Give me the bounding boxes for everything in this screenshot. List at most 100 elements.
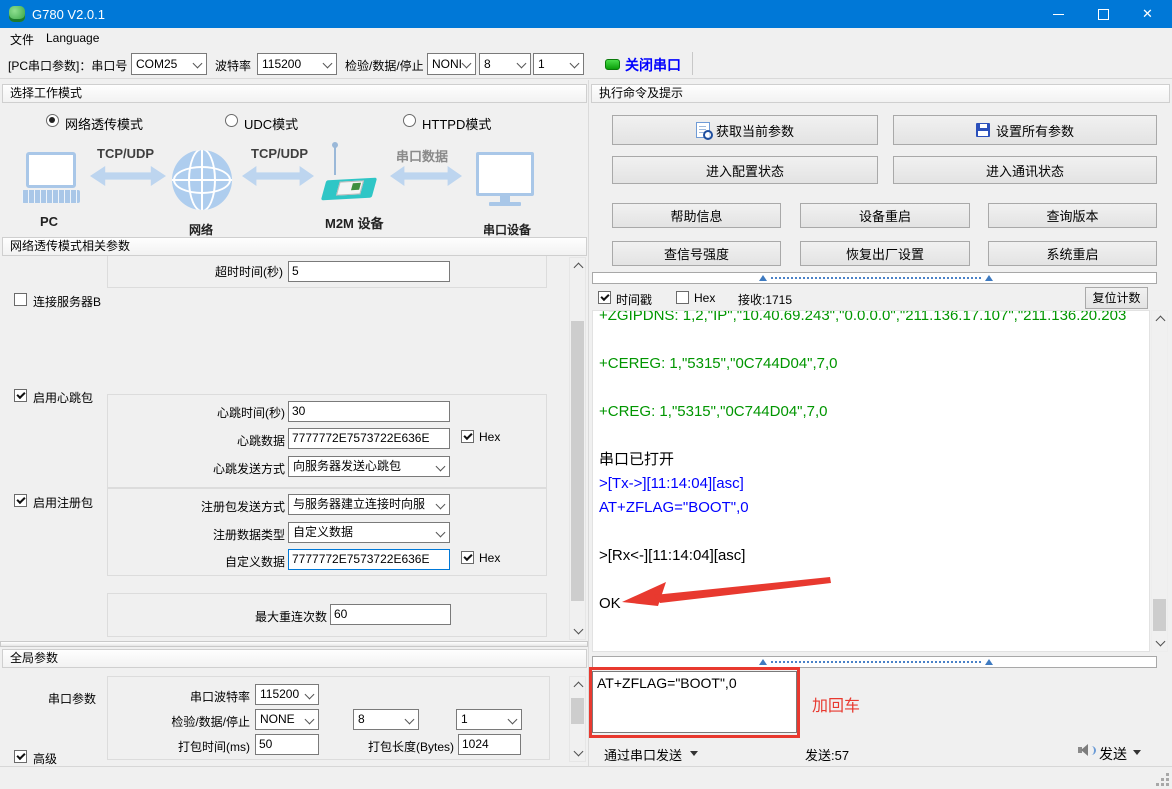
scroll-down-icon[interactable] [574, 625, 584, 635]
get-params-button[interactable]: 获取当前参数 [612, 115, 878, 145]
maximize-button[interactable] [1081, 0, 1126, 28]
global-baud-select[interactable]: 115200 [255, 684, 319, 705]
pack-time-input[interactable]: 50 [255, 734, 319, 755]
global-data-bits-select[interactable]: 8 [353, 709, 419, 730]
log-hex-checkbox[interactable] [676, 291, 689, 304]
log-hex-label[interactable]: Hex [694, 291, 715, 305]
heartbeat-enable-checkbox[interactable] [14, 389, 27, 402]
advanced-label[interactable]: 高级 [33, 750, 57, 767]
chevron-down-icon[interactable] [1133, 750, 1141, 755]
pack-len-label: 打包长度(Bytes) [330, 738, 454, 755]
heartbeat-hex-label[interactable]: Hex [479, 430, 500, 444]
scroll-right-icon[interactable] [985, 659, 993, 665]
close-port-button[interactable]: 关闭串口 [625, 55, 681, 75]
set-all-params-button[interactable]: 设置所有参数 [893, 115, 1157, 145]
query-version-button[interactable]: 查询版本 [988, 203, 1157, 228]
close-button[interactable]: ✕ [1126, 0, 1171, 28]
node-label-serial-device: 串口设备 [483, 221, 531, 238]
data-bits-select[interactable]: 8 [479, 53, 531, 75]
enter-comm-state-button[interactable]: 进入通讯状态 [893, 156, 1157, 184]
scroll-left-icon[interactable] [759, 659, 767, 665]
scroll-up-icon[interactable] [1156, 316, 1166, 326]
register-enable-label[interactable]: 启用注册包 [33, 494, 93, 511]
reconnect-input[interactable]: 60 [330, 604, 451, 625]
timestamp-checkbox[interactable] [598, 291, 611, 304]
log-horizontal-scrollbar[interactable] [592, 272, 1157, 284]
radio-label-udc[interactable]: UDC模式 [244, 114, 298, 133]
com-port-select[interactable]: COM25 [131, 53, 207, 75]
parity-select[interactable]: NONI [427, 53, 476, 75]
device-restart-button[interactable]: 设备重启 [800, 203, 970, 228]
stop-bits-select[interactable]: 1 [533, 53, 584, 75]
server-b-label[interactable]: 连接服务器B [33, 293, 101, 310]
custom-hex-checkbox[interactable] [461, 551, 474, 564]
red-text-annotation: 加回车 [812, 692, 860, 716]
register-type-label: 注册数据类型 [105, 526, 285, 543]
register-enable-checkbox[interactable] [14, 494, 27, 507]
maximize-icon [1098, 9, 1109, 20]
chevron-down-icon [517, 59, 527, 69]
heartbeat-data-input[interactable]: 7777772E7573722E636E [288, 428, 450, 449]
reset-count-button[interactable]: 复位计数 [1085, 287, 1148, 309]
scroll-right-icon[interactable] [985, 275, 993, 281]
register-type-select[interactable]: 自定义数据 [288, 522, 450, 543]
heartbeat-enable-label[interactable]: 启用心跳包 [33, 389, 93, 406]
chevron-down-icon [323, 59, 333, 69]
factory-reset-button[interactable]: 恢复出厂设置 [800, 241, 970, 266]
scrollbar-thumb[interactable] [1153, 599, 1166, 631]
scroll-up-icon[interactable] [574, 263, 584, 273]
send-button[interactable]: 发送 [1099, 744, 1127, 764]
search-document-icon [696, 122, 710, 138]
arrow-icon [390, 166, 462, 186]
recv-counter: 接收:1715 [738, 291, 792, 308]
heartbeat-hex-checkbox[interactable] [461, 430, 474, 443]
server-b-checkbox[interactable] [14, 293, 27, 306]
baud-select[interactable]: 115200 [257, 53, 337, 75]
scroll-left-icon[interactable] [759, 275, 767, 281]
pack-len-input[interactable]: 1024 [458, 734, 521, 755]
pc-serial-label: [PC串口参数]：串口号 [8, 57, 127, 74]
heartbeat-time-input[interactable]: 30 [288, 401, 450, 422]
scroll-down-icon[interactable] [574, 747, 584, 757]
resize-grip[interactable] [1166, 783, 1169, 786]
scroll-down-icon[interactable] [1156, 637, 1166, 647]
link-label-tcp1: TCP/UDP [97, 146, 154, 161]
chevron-down-icon[interactable] [690, 751, 698, 756]
minimize-button[interactable] [1036, 0, 1081, 28]
link-label-tcp2: TCP/UDP [251, 146, 308, 161]
send-via-dropdown[interactable]: 通过串口发送 [604, 745, 682, 764]
global-baud-label: 串口波特率 [110, 688, 250, 705]
scrollbar-thumb[interactable] [571, 321, 584, 601]
timestamp-label[interactable]: 时间戳 [616, 291, 652, 308]
enter-config-state-button[interactable]: 进入配置状态 [612, 156, 878, 184]
advanced-checkbox[interactable] [14, 750, 27, 763]
custom-hex-label[interactable]: Hex [479, 551, 500, 565]
radio-label-net-transparent[interactable]: 网络透传模式 [65, 114, 143, 133]
global-parity-select[interactable]: NONE [255, 709, 319, 730]
toolbar: [PC串口参数]：串口号 COM25 波特率 115200 检验/数据/停止 N… [0, 48, 1172, 79]
radio-net-transparent-mode[interactable] [46, 114, 59, 127]
menu-file[interactable]: 文件 [10, 31, 34, 48]
help-info-button[interactable]: 帮助信息 [612, 203, 781, 228]
net-params-scrollbar[interactable] [569, 257, 586, 640]
global-params-scrollbar[interactable] [569, 676, 586, 762]
timeout-input[interactable]: 5 [288, 261, 450, 282]
scrollbar-thumb[interactable] [571, 698, 584, 724]
chevron-down-icon [305, 715, 315, 725]
scroll-up-icon[interactable] [574, 682, 584, 692]
baud-label: 波特率 [215, 57, 251, 74]
panel-splitter[interactable] [0, 641, 588, 647]
pack-time-label: 打包时间(ms) [110, 738, 250, 755]
log-vertical-scrollbar[interactable] [1151, 310, 1168, 652]
radio-label-httpd[interactable]: HTTPD模式 [422, 114, 491, 133]
menu-language[interactable]: Language [46, 31, 99, 45]
heartbeat-mode-select[interactable]: 向服务器发送心跳包 [288, 456, 450, 477]
global-stop-bits-select[interactable]: 1 [456, 709, 522, 730]
radio-httpd-mode[interactable] [403, 114, 416, 127]
system-restart-button[interactable]: 系统重启 [988, 241, 1157, 266]
register-send-mode-select[interactable]: 与服务器建立连接时向服 [288, 494, 450, 515]
query-signal-button[interactable]: 查信号强度 [612, 241, 781, 266]
radio-udc-mode[interactable] [225, 114, 238, 127]
speaker-icon [1078, 743, 1093, 757]
custom-data-input[interactable]: 7777772E7573722E636E [288, 549, 450, 570]
